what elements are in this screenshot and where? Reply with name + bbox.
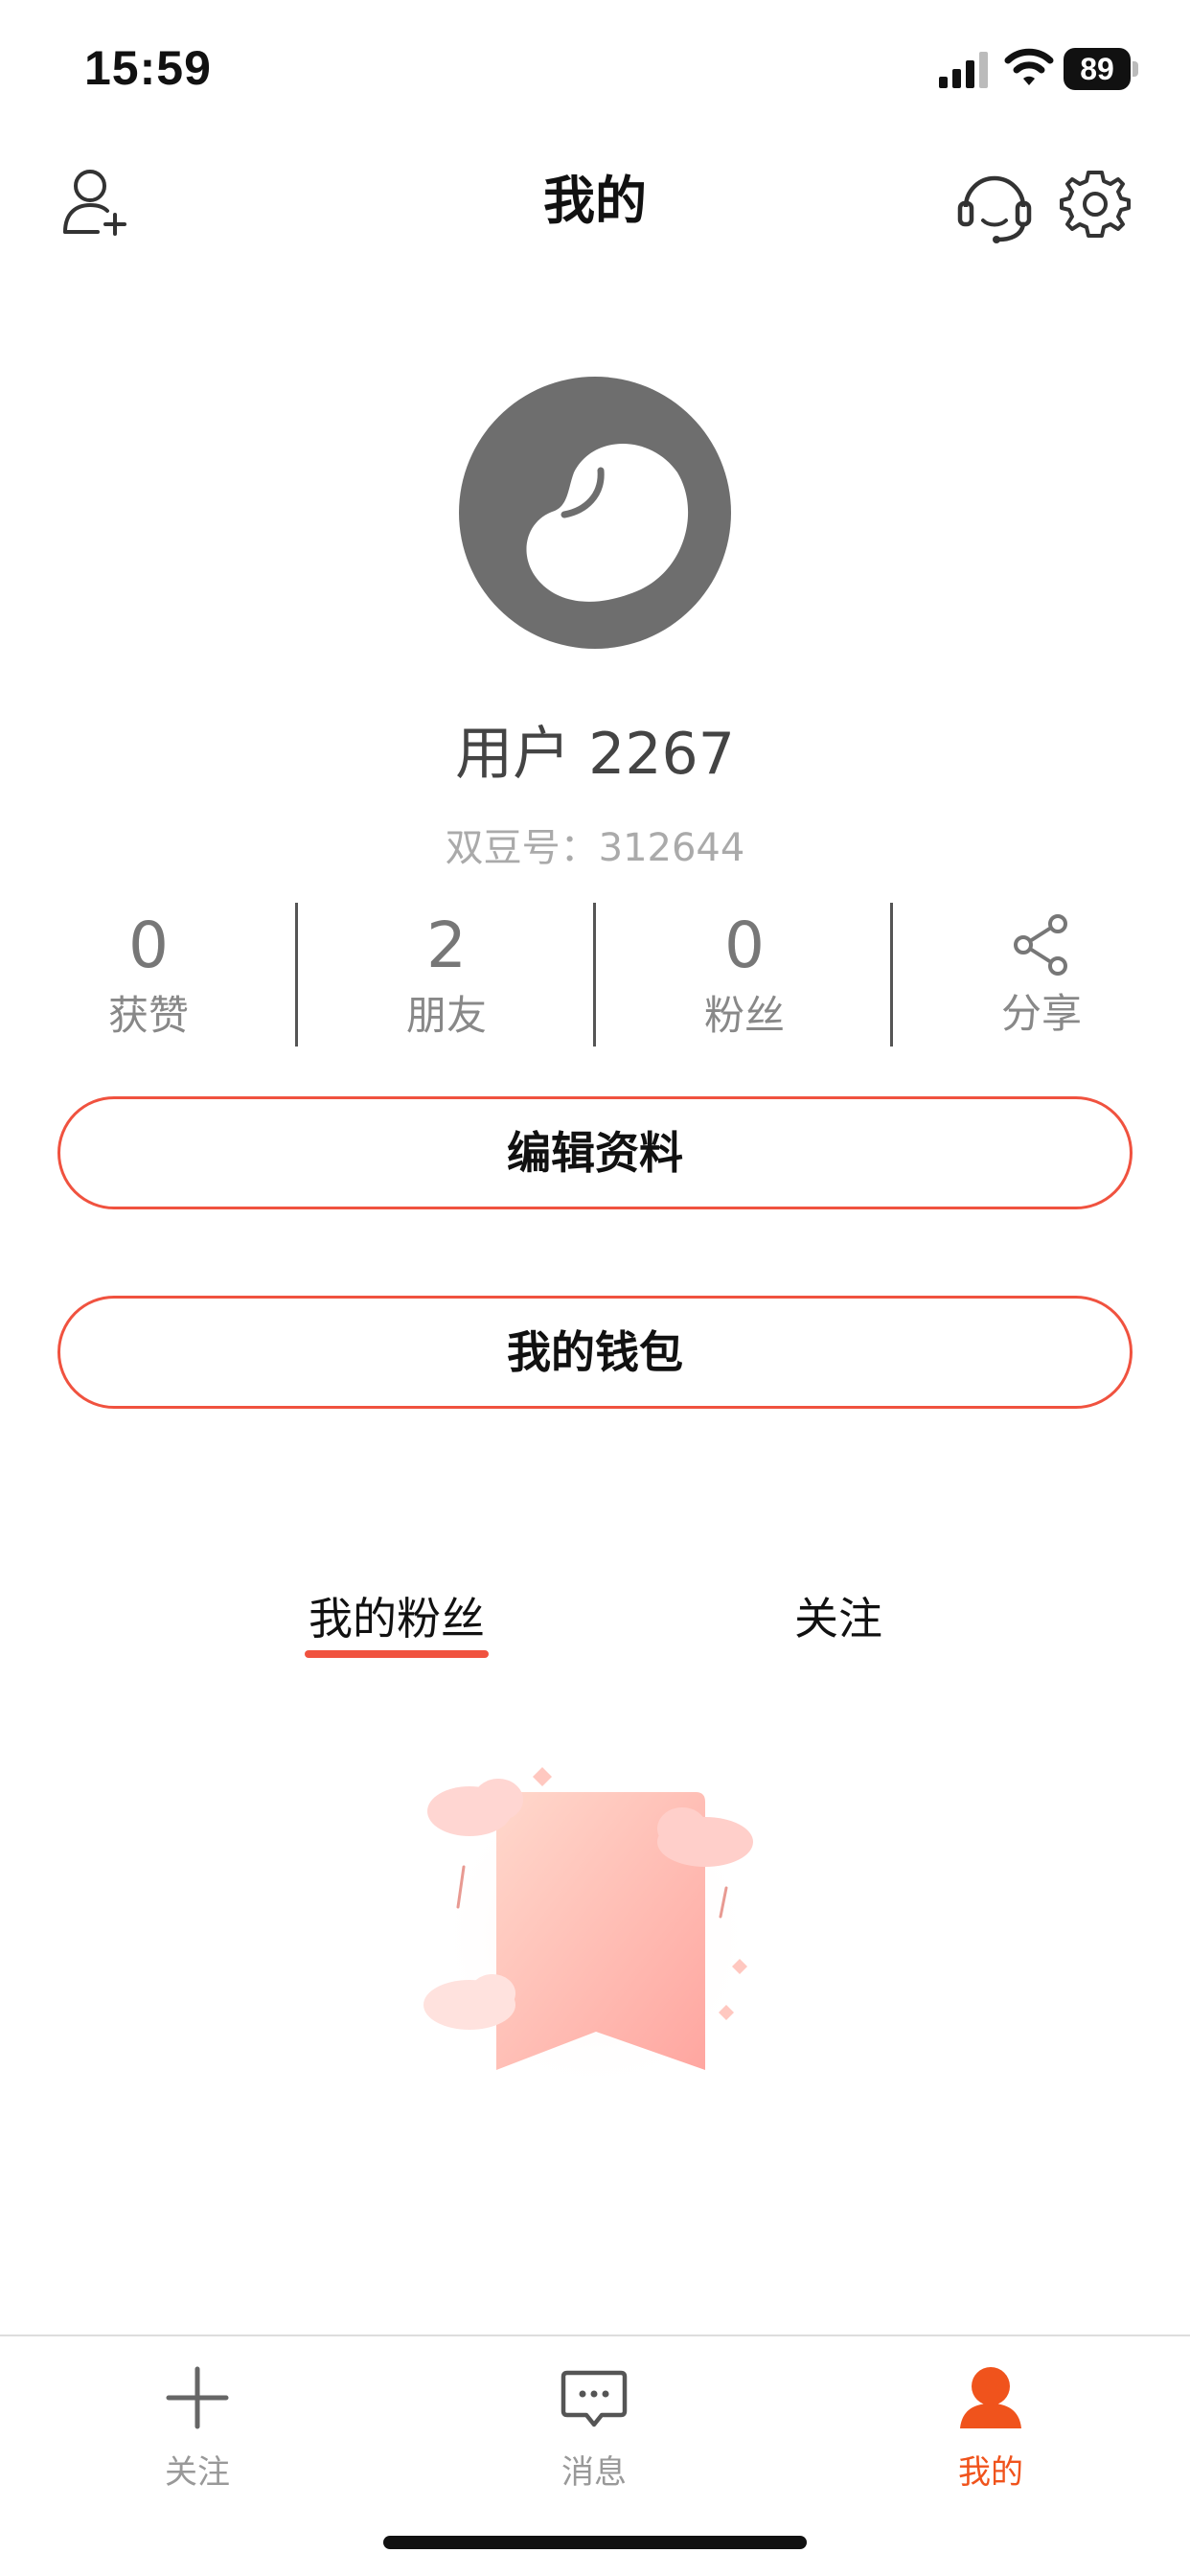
- wallet-button[interactable]: 我的钱包: [57, 1296, 1133, 1409]
- battery-icon: 89: [1064, 48, 1138, 90]
- tab-active-indicator: [305, 1650, 489, 1658]
- signal-icon: [939, 52, 988, 88]
- status-time: 15:59: [84, 41, 212, 95]
- stat-fans[interactable]: 0 粉丝: [596, 903, 893, 1046]
- stats-row: 0 获赞 2 朋友 0 粉丝 分享: [0, 903, 1190, 1046]
- battery-level: 89: [1080, 52, 1114, 86]
- message-icon: [561, 2370, 628, 2427]
- customer-service-icon[interactable]: [954, 165, 1035, 245]
- header: 我的: [0, 153, 1190, 249]
- stat-friends-value: 2: [426, 908, 467, 982]
- profile-page: 15:59 89 我的 用户 2267 双豆号：312644 0 获赞 2 朋友…: [0, 0, 1190, 2576]
- edit-profile-button[interactable]: 编辑资料: [57, 1096, 1133, 1209]
- share-button[interactable]: 分享: [893, 903, 1190, 1046]
- stat-friends-label: 朋友: [405, 992, 487, 1039]
- share-label: 分享: [1000, 990, 1082, 1037]
- stat-likes-value: 0: [128, 908, 169, 982]
- user-id: 双豆号：312644: [445, 826, 745, 870]
- nav-messages-label: 消息: [561, 2453, 627, 2492]
- plus-icon: [166, 2366, 229, 2429]
- bean-avatar: [526, 444, 689, 602]
- nav-mine-label: 我的: [958, 2453, 1023, 2492]
- username: 用户 2267: [455, 721, 735, 788]
- avatar[interactable]: [459, 377, 731, 649]
- nav-follow[interactable]: 关注: [82, 2356, 312, 2509]
- stat-likes-label: 获赞: [107, 992, 189, 1039]
- add-user-icon[interactable]: [59, 165, 132, 238]
- stat-likes[interactable]: 0 获赞: [0, 903, 297, 1046]
- nav-follow-label: 关注: [165, 2453, 230, 2492]
- share-icon: [1014, 914, 1067, 976]
- wifi-icon: [1004, 48, 1054, 85]
- user-icon: [960, 2367, 1021, 2428]
- empty-state-illustration: [423, 1767, 759, 2099]
- nav-mine[interactable]: 我的: [876, 2356, 1106, 2509]
- stat-friends[interactable]: 2 朋友: [298, 903, 595, 1046]
- home-indicator: [383, 2536, 807, 2549]
- stat-fans-label: 粉丝: [703, 992, 785, 1039]
- stat-fans-value: 0: [724, 908, 765, 982]
- gear-icon[interactable]: [1060, 169, 1131, 240]
- tab-following[interactable]: 关注: [786, 1585, 891, 1662]
- status-bar: 15:59 89: [0, 0, 1190, 144]
- nav-messages[interactable]: 消息: [479, 2356, 709, 2509]
